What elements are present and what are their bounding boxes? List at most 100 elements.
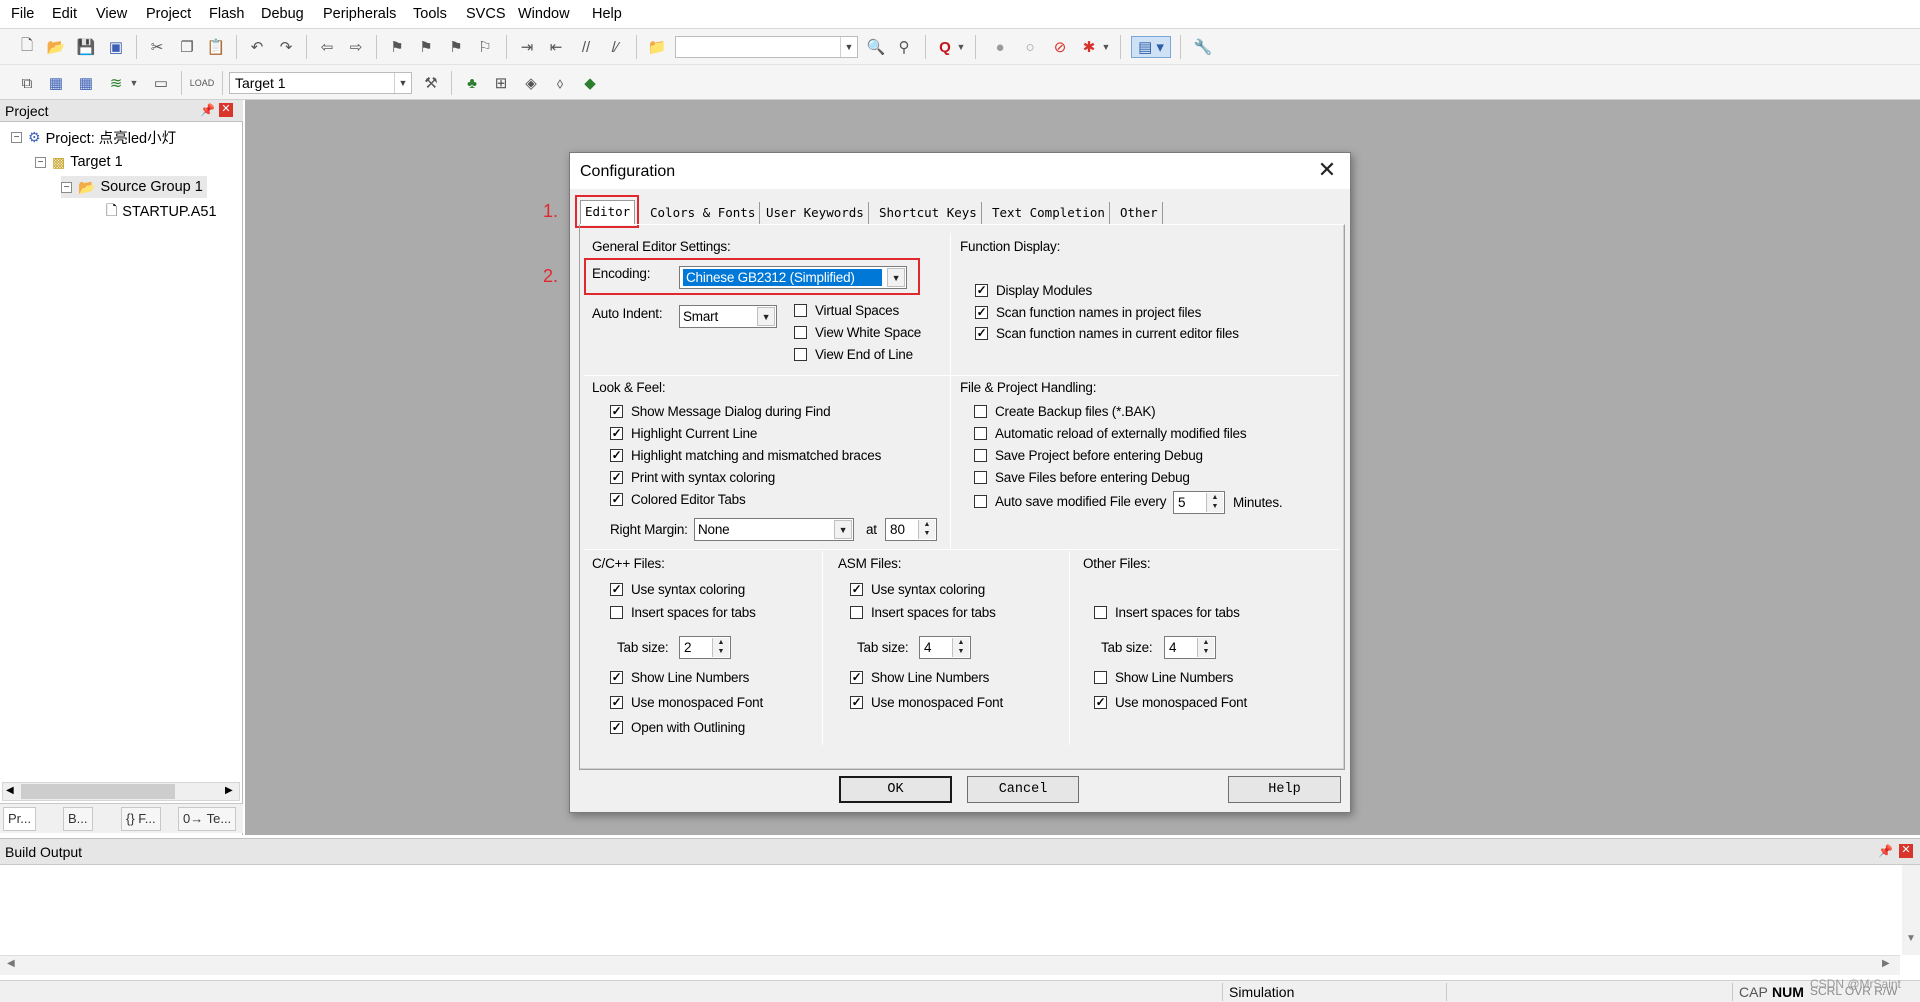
undo-icon[interactable]: ↶: [246, 36, 268, 58]
target-options-icon[interactable]: ⚒: [420, 72, 442, 94]
pin-icon[interactable]: 📌: [1878, 844, 1893, 858]
pack-installer-icon[interactable]: ⬨: [549, 72, 571, 94]
tab-text-completion[interactable]: Text Completion: [988, 202, 1110, 224]
save-icon[interactable]: 💾: [75, 36, 97, 58]
other-spaces-checkbox[interactable]: Insert spaces for tabs: [1094, 605, 1240, 620]
window-layout-icon[interactable]: ▤ ▾: [1131, 36, 1171, 58]
open-file-icon[interactable]: 📂: [45, 36, 67, 58]
configure-icon[interactable]: 🔧: [1192, 36, 1214, 58]
redo-icon[interactable]: ↷: [275, 36, 297, 58]
menu-tools[interactable]: Tools: [413, 6, 447, 22]
target-select[interactable]: Target 1 ▼: [229, 72, 412, 94]
pin-icon[interactable]: 📌: [200, 103, 215, 117]
scroll-left-icon[interactable]: ◀: [6, 785, 14, 796]
right-margin-spinner[interactable]: 80 ▲ ▼: [885, 518, 937, 541]
spinner-arrows-icon[interactable]: ▲ ▼: [712, 638, 729, 657]
scroll-down-icon[interactable]: ▼: [1906, 933, 1916, 944]
stop-build-icon[interactable]: ▭: [150, 72, 172, 94]
rebuild-icon[interactable]: ▦: [75, 72, 97, 94]
breakpoint-dropdown-icon[interactable]: ▼: [1100, 36, 1112, 58]
collapse-icon[interactable]: −: [35, 156, 46, 168]
chevron-down-icon[interactable]: ▼: [834, 520, 852, 539]
nav-forward-icon[interactable]: ⇨: [345, 36, 367, 58]
tab-other[interactable]: Other: [1116, 202, 1163, 224]
debug-start-icon[interactable]: Q: [934, 36, 956, 58]
save-project-debug-checkbox[interactable]: Save Project before entering Debug: [974, 448, 1203, 463]
scroll-right-icon[interactable]: ▶: [1882, 958, 1890, 969]
breakpoint-enable-icon[interactable]: ○: [1019, 36, 1041, 58]
scroll-right-icon[interactable]: ▶: [225, 785, 233, 796]
menu-peripherals[interactable]: Peripherals: [323, 6, 396, 22]
scan-project-checkbox[interactable]: ✓ Scan function names in project files: [975, 305, 1201, 320]
asm-line-numbers-checkbox[interactable]: ✓ Show Line Numbers: [850, 670, 989, 685]
scroll-left-icon[interactable]: ◀: [7, 958, 15, 969]
chevron-down-icon[interactable]: ▼: [887, 268, 905, 287]
asm-syntax-checkbox[interactable]: ✓ Use syntax coloring: [850, 582, 985, 597]
menu-project[interactable]: Project: [146, 6, 191, 22]
scroll-thumb[interactable]: [21, 784, 175, 799]
view-end-of-line-checkbox[interactable]: View End of Line: [794, 347, 913, 362]
menu-flash[interactable]: Flash: [209, 6, 244, 22]
manage-runtime-icon[interactable]: ⊞: [490, 72, 512, 94]
close-icon[interactable]: ✕: [219, 103, 233, 117]
tree-project-root[interactable]: − ⚙ Project: 点亮led小灯: [11, 126, 176, 148]
bookmark-next-icon[interactable]: ⚑: [445, 36, 467, 58]
c-tab-size-spinner[interactable]: 2 ▲ ▼: [679, 636, 731, 659]
c-spaces-checkbox[interactable]: Insert spaces for tabs: [610, 605, 756, 620]
other-line-numbers-checkbox[interactable]: Show Line Numbers: [1094, 670, 1233, 685]
collapse-icon[interactable]: −: [11, 131, 22, 143]
save-files-debug-checkbox[interactable]: Save Files before entering Debug: [974, 470, 1190, 485]
copy-icon[interactable]: ❐: [176, 36, 198, 58]
tab-templates[interactable]: 0→ Te...: [178, 807, 237, 831]
nav-back-icon[interactable]: ⇦: [316, 36, 338, 58]
tab-user-keywords[interactable]: User Keywords: [762, 202, 869, 224]
comment-icon[interactable]: //: [575, 36, 597, 58]
translate-icon[interactable]: ⧉: [16, 72, 38, 94]
find-in-files-icon[interactable]: 📁: [646, 36, 668, 58]
manage-project-items-icon[interactable]: ♣: [461, 72, 483, 94]
tree-target[interactable]: − ▩ Target 1: [35, 151, 123, 173]
software-packs-icon[interactable]: ◆: [579, 72, 601, 94]
tab-functions[interactable]: {} F...: [121, 807, 161, 831]
batch-dropdown-icon[interactable]: ▼: [128, 72, 140, 94]
ok-button[interactable]: OK: [839, 776, 952, 803]
auto-save-checkbox[interactable]: Auto save modified File every: [974, 494, 1166, 509]
batch-build-icon[interactable]: ≋: [105, 72, 127, 94]
show-find-dialog-checkbox[interactable]: ✓ Show Message Dialog during Find: [610, 404, 831, 419]
other-tab-size-spinner[interactable]: 4 ▲ ▼: [1164, 636, 1216, 659]
asm-spaces-checkbox[interactable]: Insert spaces for tabs: [850, 605, 996, 620]
build-icon[interactable]: ▦: [45, 72, 67, 94]
tab-colors-fonts[interactable]: Colors & Fonts: [646, 202, 761, 224]
c-syntax-checkbox[interactable]: ✓ Use syntax coloring: [610, 582, 745, 597]
cut-icon[interactable]: ✂: [146, 36, 168, 58]
load-icon[interactable]: LOAD: [190, 72, 215, 94]
find-icon[interactable]: 🔍: [865, 36, 887, 58]
asm-mono-checkbox[interactable]: ✓ Use monospaced Font: [850, 695, 1003, 710]
breakpoint-insert-icon[interactable]: ●: [989, 36, 1011, 58]
tab-shortcut-keys[interactable]: Shortcut Keys: [875, 202, 982, 224]
spinner-arrows-icon[interactable]: ▲ ▼: [918, 520, 935, 539]
tree-source-group[interactable]: − 📂 Source Group 1: [61, 176, 207, 198]
encoding-select[interactable]: Chinese GB2312 (Simplified) ▼: [679, 266, 907, 289]
auto-indent-select[interactable]: Smart ▼: [679, 305, 777, 328]
find-combo[interactable]: ▼: [675, 36, 858, 58]
bookmark-prev-icon[interactable]: ⚑: [415, 36, 437, 58]
menu-window[interactable]: Window: [518, 6, 570, 22]
display-modules-checkbox[interactable]: ✓ Display Modules: [975, 283, 1092, 298]
asm-tab-size-spinner[interactable]: 4 ▲ ▼: [919, 636, 971, 659]
tree-file[interactable]: 🗋 STARTUP.A51: [106, 201, 217, 223]
print-syntax-checkbox[interactable]: ✓ Print with syntax coloring: [610, 470, 775, 485]
new-file-icon[interactable]: 🗋: [16, 36, 38, 58]
menu-debug[interactable]: Debug: [261, 6, 304, 22]
c-outlining-checkbox[interactable]: ✓ Open with Outlining: [610, 720, 745, 735]
chevron-down-icon[interactable]: ▼: [757, 307, 775, 326]
breakpoint-kill-icon[interactable]: ✱: [1078, 36, 1100, 58]
menu-file[interactable]: File: [11, 6, 34, 22]
build-vertical-scrollbar[interactable]: ▼: [1902, 865, 1920, 955]
collapse-icon[interactable]: −: [61, 181, 72, 193]
spinner-arrows-icon[interactable]: ▲ ▼: [952, 638, 969, 657]
c-mono-checkbox[interactable]: ✓ Use monospaced Font: [610, 695, 763, 710]
dialog-close-icon[interactable]: ✕: [1315, 159, 1339, 183]
view-white-space-checkbox[interactable]: View White Space: [794, 325, 921, 340]
indent-icon[interactable]: ⇥: [516, 36, 538, 58]
